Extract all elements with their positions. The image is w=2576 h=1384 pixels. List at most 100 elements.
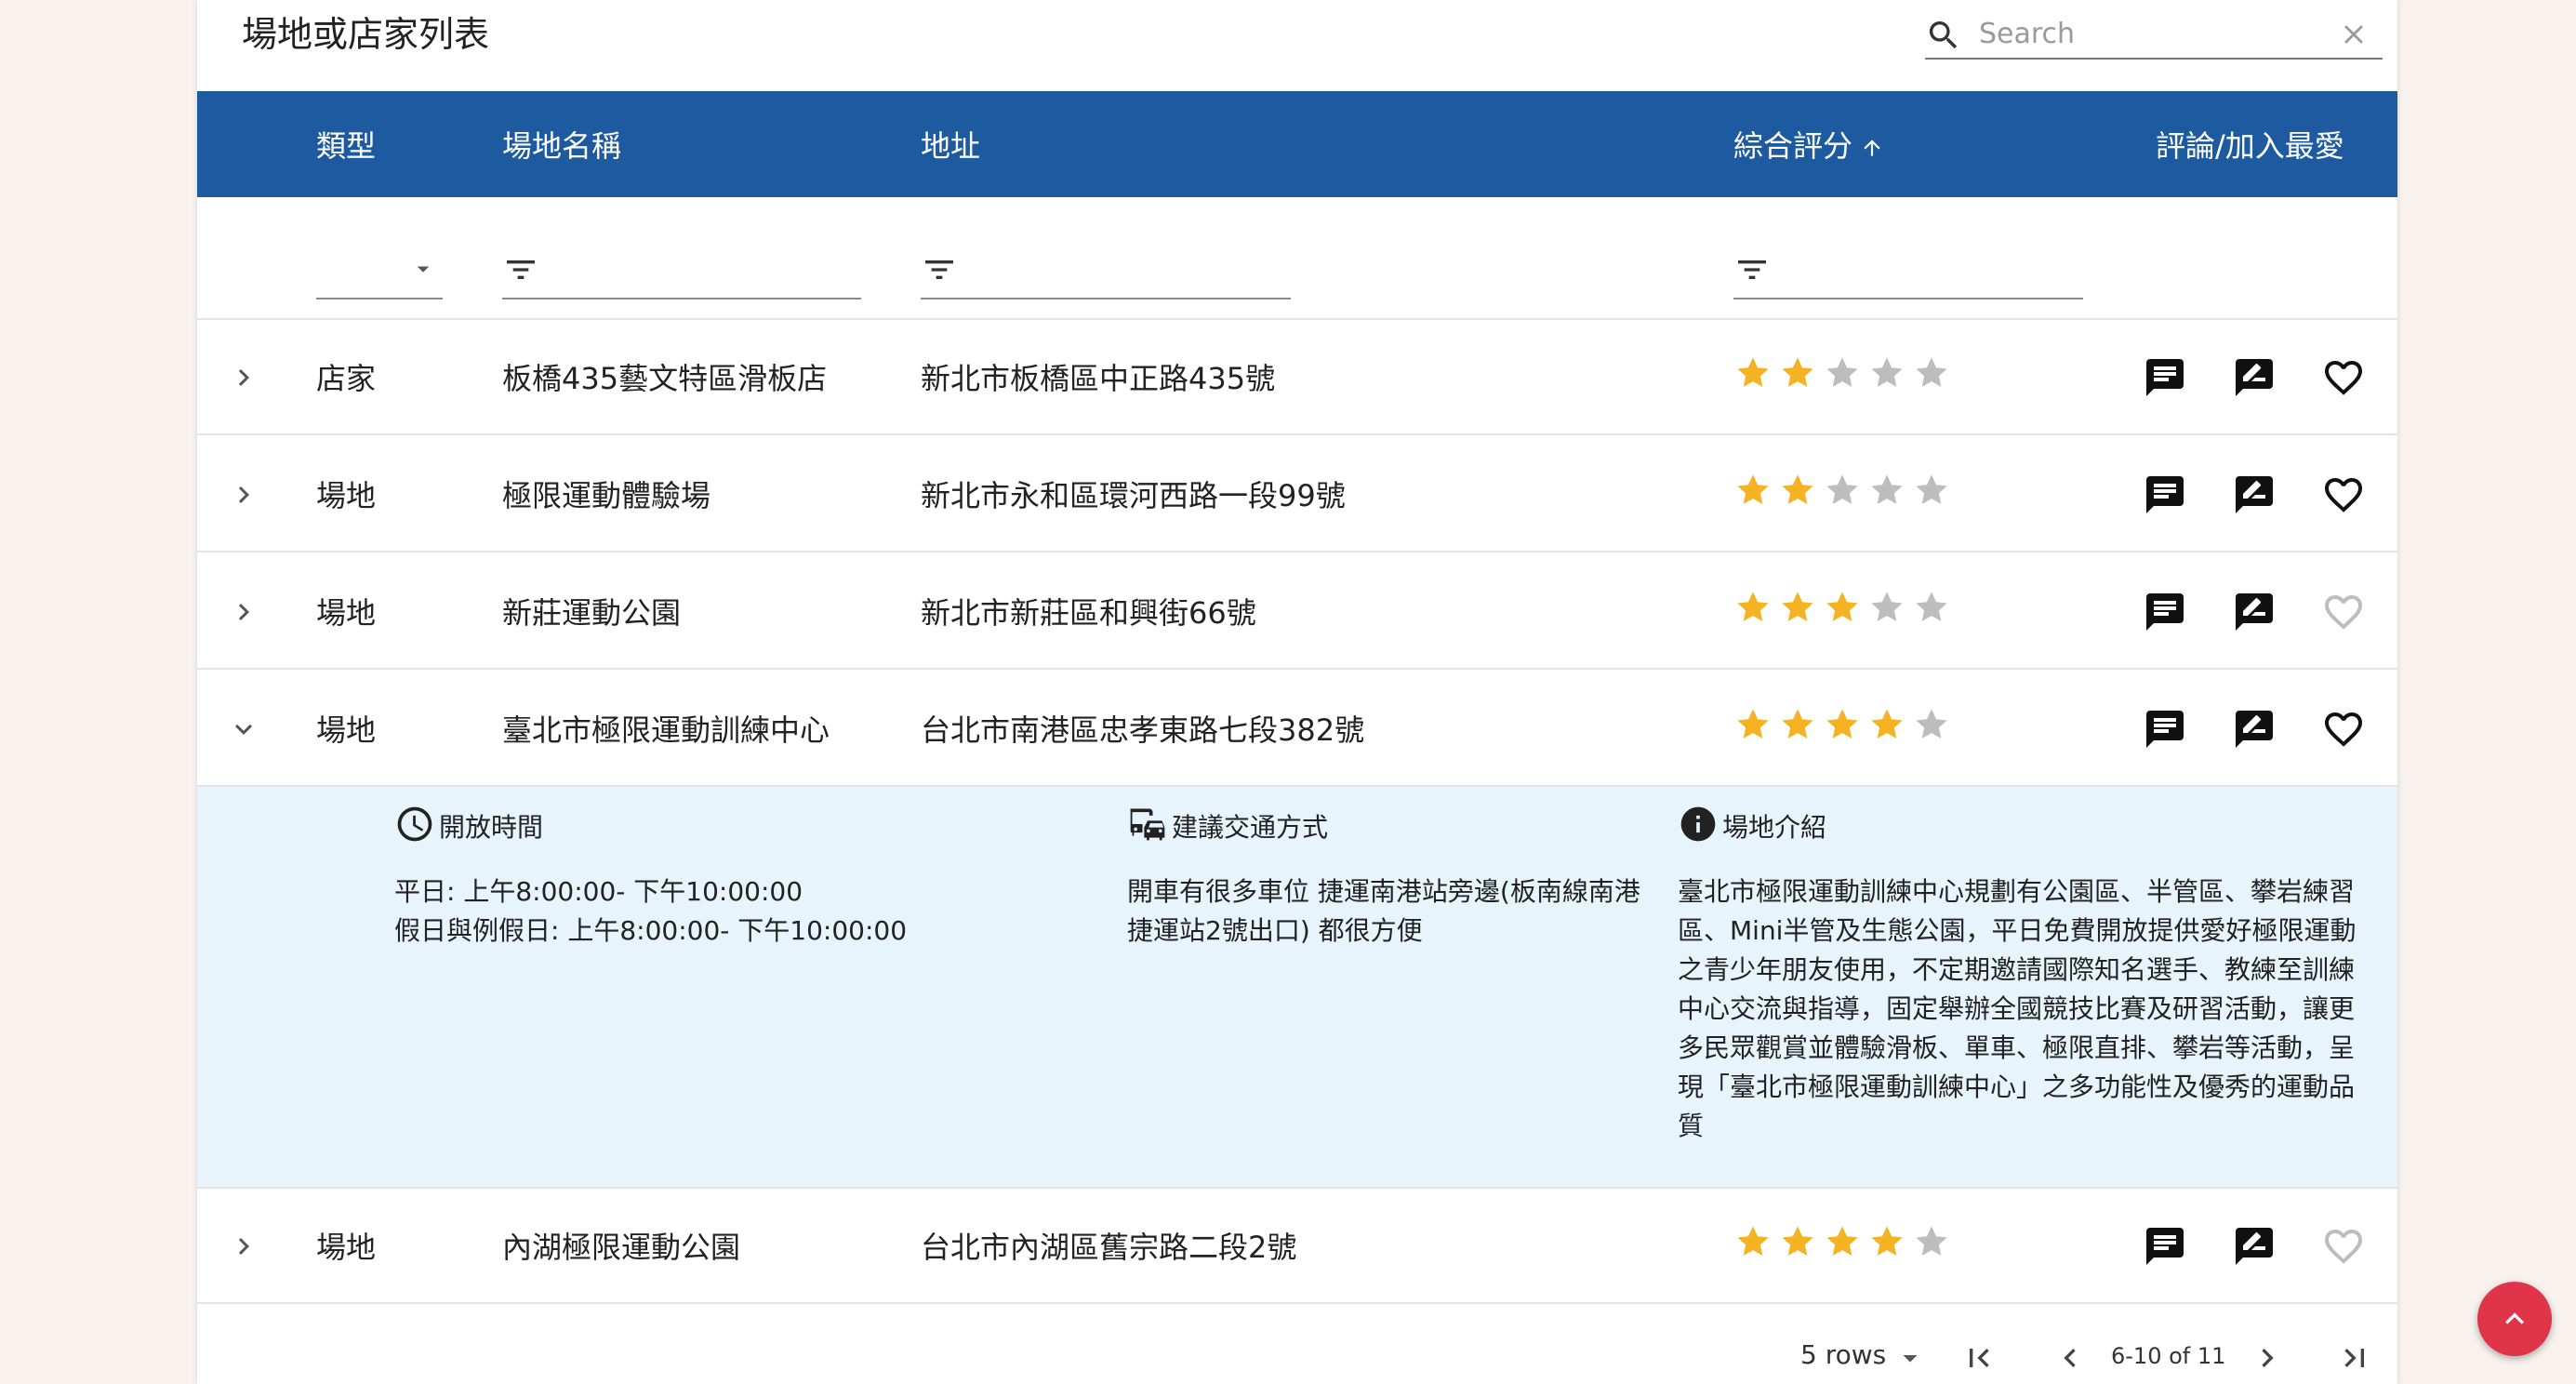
intro-line: 質 (1678, 1111, 1705, 1141)
search-bar (1925, 11, 2383, 60)
intro-line: 中心交流與指導，固定舉辦全國競技比賽及研習活動，讓更 (1678, 993, 2356, 1024)
dropdown-arrow-icon (417, 266, 430, 273)
star-filled-icon (1737, 474, 1769, 504)
write-review-icon[interactable] (2232, 472, 2277, 517)
star-filled-icon (1782, 709, 1813, 739)
sort-ascending-icon (1864, 140, 1880, 156)
star-empty-icon (1871, 474, 1903, 504)
star-filled-icon (1871, 709, 1903, 739)
star-empty-icon (1916, 709, 1947, 739)
write-review-icon[interactable] (2232, 590, 2277, 634)
first-page-icon[interactable] (1960, 1339, 1998, 1377)
star-filled-icon (1782, 474, 1813, 504)
info-icon (1680, 806, 1716, 842)
expand-row-icon[interactable] (227, 1230, 260, 1263)
star-empty-icon (1916, 357, 1947, 387)
favorite-heart-icon[interactable] (2321, 355, 2366, 400)
row-actions (2143, 590, 2366, 634)
column-header-name[interactable]: 場地名稱 (502, 123, 621, 166)
row-type: 場地 (316, 478, 377, 513)
search-icon (1929, 21, 1958, 49)
star-filled-icon (1826, 592, 1858, 621)
write-review-icon[interactable] (2232, 707, 2277, 752)
row-name: 極限運動體驗場 (502, 478, 711, 513)
star-filled-icon (1737, 357, 1769, 387)
star-empty-icon (1916, 1226, 1947, 1256)
expand-row-icon[interactable] (227, 361, 260, 394)
rows-per-page-select[interactable]: 5 rows (1800, 1339, 1886, 1370)
filter-icon (925, 260, 953, 279)
rating-stars (1733, 705, 1957, 744)
next-page-icon[interactable] (2249, 1339, 2286, 1377)
pagination-bar: 5 rows 6-10 of 11 (197, 1304, 2397, 1384)
row-type: 場地 (316, 595, 377, 631)
view-comments-icon[interactable] (2143, 590, 2187, 634)
star-empty-icon (1871, 357, 1903, 387)
scroll-to-top-button[interactable] (2477, 1282, 2552, 1356)
star-empty-icon (1916, 474, 1947, 504)
transport-section: 建議交通方式 開車有很多車位 捷運南港站旁邊(板南線南港 捷運站2號出口) 都很… (1127, 804, 1685, 951)
filter-row (197, 197, 2397, 320)
column-header-type[interactable]: 類型 (316, 123, 376, 166)
intro-line: 之青少年朋友使用，不定期邀請國際知名選手、教練至訓練 (1678, 954, 2356, 985)
rating-stars (1733, 471, 1957, 510)
row-actions (2143, 707, 2366, 752)
row-name: 內湖極限運動公園 (502, 1230, 741, 1265)
expand-row-icon[interactable] (227, 478, 260, 512)
row-actions (2143, 472, 2366, 517)
table-row: 場地 臺北市極限運動訓練中心 台北市南港區忠孝東路七段382號 (197, 670, 2397, 787)
rating-stars (1733, 1222, 1957, 1261)
row-name: 臺北市極限運動訓練中心 (502, 712, 830, 748)
star-filled-icon (1737, 709, 1769, 739)
column-header-rating[interactable]: 綜合評分 (1733, 123, 1884, 166)
type-filter-select[interactable] (316, 236, 443, 299)
row-type: 場地 (316, 712, 377, 748)
view-comments-icon[interactable] (2143, 355, 2187, 400)
intro-line: 多民眾觀賞並體驗滑板、單車、極限直排、攀岩等活動，呈 (1678, 1032, 2356, 1063)
venue-table-card: 場地或店家列表 類型 場地名稱 地址 綜合評分 評論/加入最愛 店家 板橋435藝… (197, 0, 2397, 1384)
favorite-heart-icon[interactable] (2321, 1224, 2366, 1269)
clear-search-icon[interactable] (2338, 19, 2370, 50)
write-review-icon[interactable] (2232, 1224, 2277, 1269)
filter-icon (507, 260, 535, 279)
favorite-heart-icon[interactable] (2321, 472, 2366, 517)
intro-title: 場地介紹 (1722, 812, 1827, 843)
collapse-row-icon[interactable] (227, 712, 260, 746)
transport-line: 開車有很多車位 捷運南港站旁邊(板南線南港 (1127, 876, 1640, 907)
transport-line: 捷運站2號出口) 都很方便 (1127, 915, 1423, 946)
star-empty-icon (1826, 357, 1858, 387)
rating-stars (1733, 353, 1957, 393)
star-filled-icon (1782, 357, 1813, 387)
intro-section: 場地介紹 臺北市極限運動訓練中心規劃有公園區、半管區、攀岩練習 區、Mini半管… (1678, 804, 2384, 1146)
view-comments-icon[interactable] (2143, 707, 2187, 752)
column-header-address[interactable]: 地址 (921, 123, 980, 166)
rating-filter-input[interactable] (1733, 236, 2083, 299)
favorite-heart-icon[interactable] (2321, 707, 2366, 752)
previous-page-icon[interactable] (2052, 1339, 2089, 1377)
row-actions (2143, 355, 2366, 400)
name-filter-input[interactable] (502, 236, 861, 299)
favorite-heart-icon[interactable] (2321, 590, 2366, 634)
star-empty-icon (1916, 592, 1947, 621)
last-page-icon[interactable] (2336, 1339, 2373, 1377)
search-input[interactable] (1977, 13, 2316, 54)
row-address: 新北市板橋區中正路435號 (921, 361, 1276, 396)
expand-row-icon[interactable] (227, 595, 260, 629)
row-address: 新北市新莊區和興街66號 (921, 595, 1256, 631)
view-comments-icon[interactable] (2143, 1224, 2187, 1269)
column-header-actions: 評論/加入最愛 (2156, 128, 2344, 164)
row-address: 台北市南港區忠孝東路七段382號 (921, 712, 1365, 748)
column-header-rating-label: 綜合評分 (1733, 128, 1853, 164)
hours-title: 開放時間 (439, 812, 544, 843)
star-filled-icon (1826, 1226, 1858, 1256)
star-filled-icon (1737, 592, 1769, 621)
page-title: 場地或店家列表 (242, 14, 490, 55)
transport-title: 建議交通方式 (1172, 812, 1329, 843)
table-row: 場地 內湖極限運動公園 台北市內湖區舊宗路二段2號 (197, 1187, 2397, 1304)
expanded-detail-panel: 開放時間 平日: 上午8:00:00- 下午10:00:00 假日與例假日: 上… (197, 787, 2397, 1189)
holiday-hours: 假日與例假日: 上午8:00:00- 下午10:00:00 (394, 915, 908, 946)
write-review-icon[interactable] (2232, 355, 2277, 400)
dropdown-arrow-icon[interactable] (1893, 1341, 1927, 1375)
view-comments-icon[interactable] (2143, 472, 2187, 517)
address-filter-input[interactable] (921, 236, 1291, 299)
